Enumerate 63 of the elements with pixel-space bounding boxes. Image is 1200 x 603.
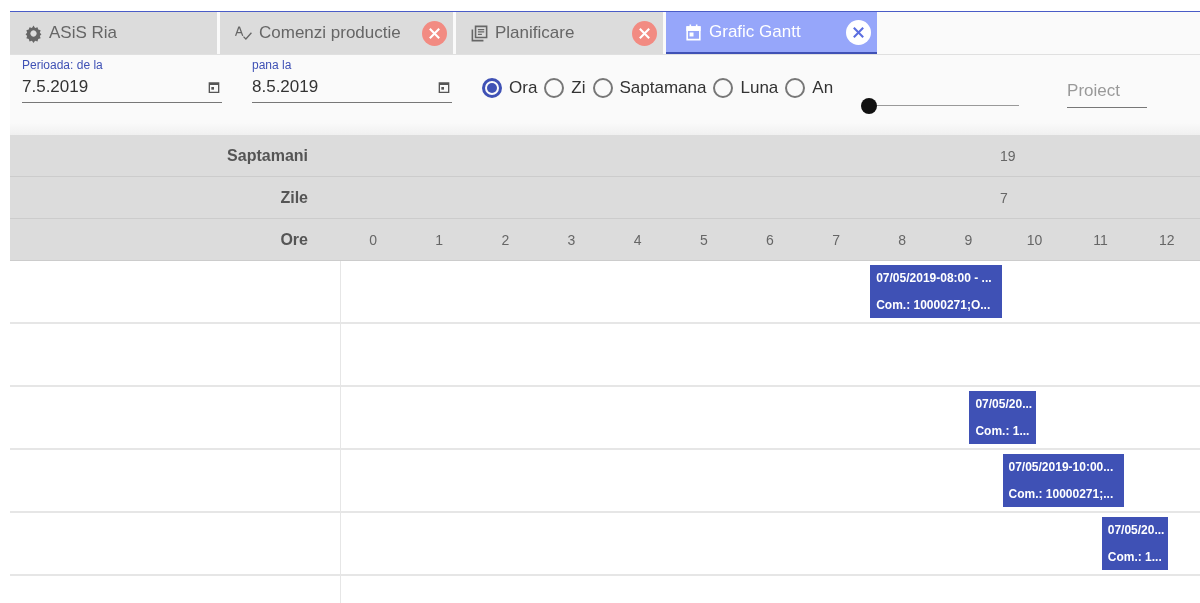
- radio-label: Ora: [509, 78, 538, 98]
- header-value: 12: [1157, 231, 1176, 248]
- task-text: 07/05/2019-08:00 - ...: [876, 271, 993, 286]
- radio-button[interactable]: [713, 78, 734, 98]
- header-value: 6: [765, 231, 775, 248]
- document-list-icon: [470, 23, 489, 43]
- tab[interactable]: ASiS Ria: [10, 12, 217, 54]
- close-icon[interactable]: [422, 20, 447, 46]
- date-value: 7.5.2019: [22, 77, 89, 97]
- project-field[interactable]: Proiect: [1067, 79, 1148, 108]
- calendar-icon[interactable]: [206, 79, 222, 95]
- task-text: 07/05/20...: [1107, 523, 1162, 538]
- slider-thumb[interactable]: [861, 98, 878, 114]
- calendar-icon: [684, 22, 703, 42]
- task-text: Com.: 10000271;O...: [876, 297, 992, 312]
- tab-label: Planificare: [495, 23, 576, 43]
- task-bar[interactable]: 07/05/2019-10:00... Com.: 10000271;...: [1002, 454, 1124, 507]
- radio-button[interactable]: [482, 78, 502, 98]
- header-label: Saptamani: [226, 146, 309, 166]
- header-value: 7: [831, 231, 841, 248]
- tab-label: Comenzi productie: [259, 23, 402, 43]
- close-icon[interactable]: [846, 19, 871, 45]
- header-value: 8: [897, 231, 908, 248]
- header-value: 4: [632, 231, 643, 248]
- radio-button[interactable]: [785, 78, 806, 98]
- radio-label: An: [812, 78, 834, 98]
- tab-label: ASiS Ria: [49, 23, 119, 43]
- header-value: 2: [500, 231, 511, 248]
- header-value: 19: [1000, 147, 1016, 164]
- date-field[interactable]: pana la 8.5.2019: [252, 55, 452, 103]
- close-icon[interactable]: [632, 20, 657, 46]
- task-text: Com.: 1...: [1107, 549, 1162, 564]
- radio-label: Saptamana: [619, 78, 707, 98]
- header-value: 10: [1025, 231, 1044, 248]
- gear-icon: [24, 23, 43, 43]
- calendar-icon[interactable]: [436, 79, 452, 95]
- task-bar[interactable]: 07/05/20... Com.: 1...: [969, 391, 1036, 444]
- header-value: 11: [1092, 231, 1109, 248]
- header-label: Zile: [279, 188, 309, 208]
- field-label: pana la: [252, 58, 293, 72]
- task-bar[interactable]: 07/05/20... Com.: 1...: [1101, 517, 1168, 570]
- field-label: Perioada: de la: [22, 58, 104, 72]
- date-field[interactable]: Perioada: de la 7.5.2019: [22, 55, 222, 103]
- task-bar[interactable]: 07/05/2019-08:00 - ... Com.: 10000271;O...: [870, 265, 1003, 318]
- task-text: 07/05/20...: [975, 397, 1030, 412]
- task-text: Com.: 10000271;...: [1008, 486, 1115, 501]
- radio-label: Luna: [740, 78, 779, 98]
- radio-label: Zi: [571, 78, 586, 98]
- header-value: 3: [566, 231, 577, 248]
- header-label: Ore: [279, 230, 309, 250]
- header-value: 7: [1000, 189, 1008, 206]
- task-text: 07/05/2019-10:00...: [1008, 460, 1115, 475]
- header-value: 1: [434, 231, 445, 248]
- tab[interactable]: Planificare: [456, 12, 663, 54]
- task-text: Com.: 1...: [975, 423, 1030, 438]
- tab-label: Grafic Gantt: [709, 22, 802, 42]
- radio-button[interactable]: [592, 78, 613, 98]
- header-value: 5: [698, 231, 709, 248]
- radio-button[interactable]: [544, 78, 565, 98]
- date-value: 8.5.2019: [252, 77, 319, 97]
- tab[interactable]: Comenzi productie: [220, 12, 453, 54]
- header-value: 0: [368, 231, 378, 248]
- header-value: 9: [963, 231, 974, 248]
